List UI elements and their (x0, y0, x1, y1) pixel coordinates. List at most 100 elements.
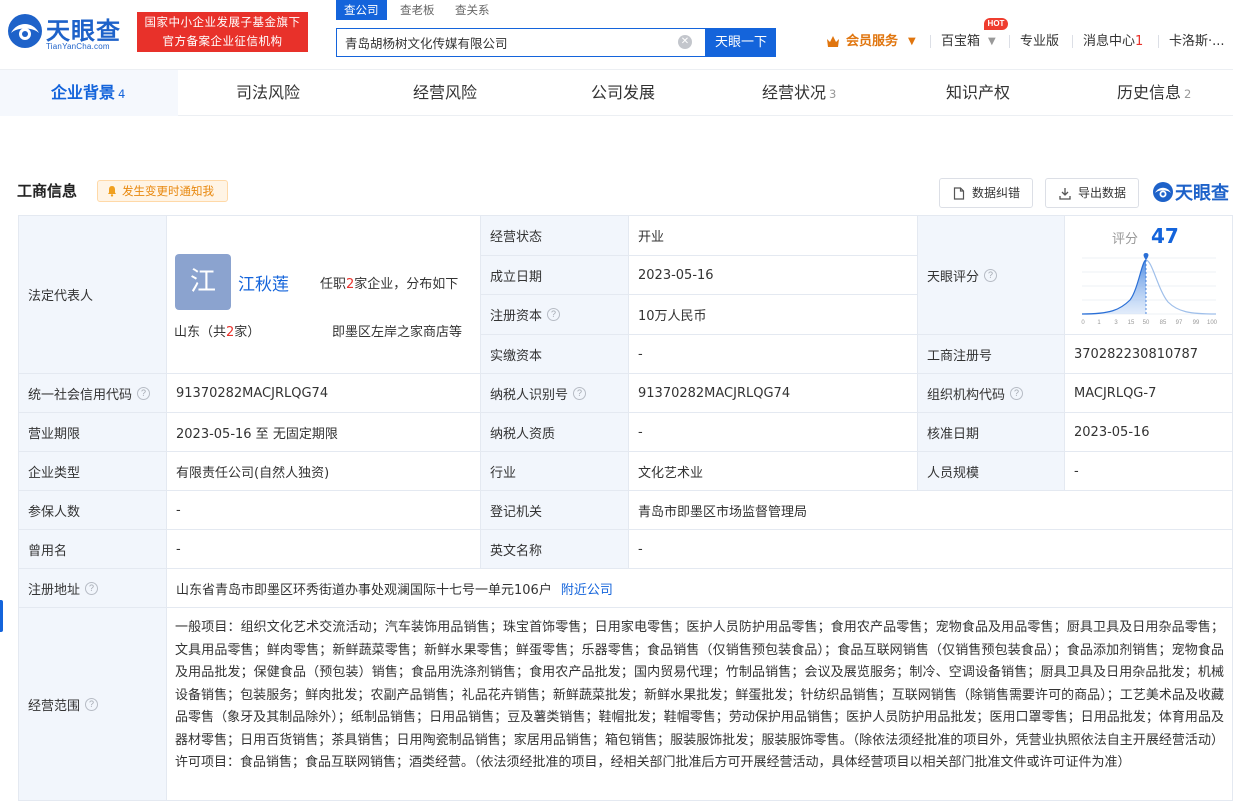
business-scope-value: 一般项目：组织文化艺术交流活动；汽车装饰用品销售；珠宝首饰零售；日用家电零售；医… (166, 607, 1233, 801)
paid-capital-label: 实缴资本 (480, 334, 629, 374)
clear-icon[interactable]: ✕ (678, 35, 692, 49)
eye-logo-icon (1153, 182, 1173, 202)
term-value: 2023-05-16 至 无固定期限 (166, 412, 481, 452)
toolbox-link[interactable]: 百宝箱 (941, 33, 980, 51)
category-tab-bar: 企业背景 4 司法风险 经营风险 公司发展 经营状况 3 知识产权 历史信息 2 (0, 70, 1233, 116)
legal-rep-region: 山东（共2家） (174, 325, 261, 340)
site-logo[interactable]: 天眼查 TianYanCha.com (6, 8, 134, 54)
help-icon[interactable]: ? (85, 581, 99, 595)
score-label: 评分 (1112, 232, 1139, 247)
change-notify-button[interactable]: 发生变更时通知我 (97, 180, 228, 202)
staff-size-value: - (1064, 451, 1233, 491)
paid-capital-value: - (628, 334, 918, 374)
score-axis-tick: 15 (1128, 320, 1135, 326)
tab-operating-status[interactable]: 经营状况 3 (762, 82, 836, 104)
nearby-companies-link[interactable]: 附近公司 (561, 579, 613, 598)
bell-icon (108, 186, 116, 197)
address-value: 山东省青岛市即墨区环秀街道办事处观澜国际十七号一单元106户 附近公司 (166, 568, 1233, 608)
help-icon[interactable]: ? (137, 386, 151, 400)
score-axis-tick: 97 (1176, 320, 1183, 326)
export-data-button[interactable]: 导出数据 (1045, 178, 1139, 208)
score-axis-tick: 85 (1160, 320, 1167, 326)
status-label: 经营状态 (480, 215, 629, 256)
tab-company-background[interactable]: 企业背景 4 (51, 82, 125, 104)
score-axis-tick: 50 (1143, 320, 1150, 326)
tianyan-score-label: 天眼评分? (917, 215, 1065, 335)
help-icon[interactable]: ? (573, 386, 587, 400)
term-label: 营业期限 (18, 412, 167, 452)
approve-date-label: 核准日期 (917, 412, 1065, 452)
address-label: 注册地址? (18, 568, 167, 608)
status-value: 开业 (628, 215, 918, 256)
nav-divider (1009, 35, 1010, 48)
toolbox-caret-icon[interactable]: ▼ (988, 33, 996, 51)
capital-label: 注册资本? (480, 294, 629, 335)
legal-rep-store[interactable]: 即墨区左岸之家商店等 (332, 321, 462, 340)
export-icon (1059, 188, 1071, 200)
industry-label: 行业 (480, 451, 629, 491)
regno-value: 370282230810787 (1064, 334, 1233, 374)
regno-label: 工商注册号 (917, 334, 1065, 374)
message-count: 1 (1135, 34, 1144, 49)
search-input[interactable] (337, 29, 677, 56)
tab-company-development[interactable]: 公司发展 (591, 82, 655, 104)
gov-badge: 国家中小企业发展子基金旗下 官方备案企业征信机构 (137, 12, 308, 52)
tab-operating-risk[interactable]: 经营风险 (413, 82, 477, 104)
insured-label: 参保人数 (18, 490, 167, 530)
pro-edition-link[interactable]: 专业版 (1020, 33, 1059, 51)
message-center-link[interactable]: 消息中心1 (1083, 33, 1143, 51)
score-axis-tick: 99 (1193, 320, 1200, 326)
vip-caret-icon[interactable]: ▼ (908, 33, 916, 51)
taxpayer-id-value: 91370282MACJRLQG74 (628, 373, 918, 413)
document-icon (953, 187, 965, 200)
legal-rep-positions[interactable]: 任职2家企业，分布如下 (320, 273, 458, 292)
legal-rep-name-link[interactable]: 江秋莲 (238, 270, 289, 295)
search-tab-relation[interactable]: 查关系 (455, 0, 490, 20)
brand-watermark: 天眼查 (1152, 180, 1233, 204)
logo-subtext: TianYanCha.com (46, 42, 110, 51)
english-name-value: - (628, 529, 1233, 569)
search-tab-boss[interactable]: 查老板 (400, 0, 435, 20)
score-axis-tick: 0 (1081, 320, 1085, 326)
user-menu[interactable]: 卡洛斯·... (1169, 33, 1225, 51)
hot-badge: HOT (984, 18, 1008, 30)
vip-service-link[interactable]: 会员服务 (846, 33, 898, 51)
capital-value: 10万人民币 (628, 294, 918, 335)
founded-value: 2023-05-16 (628, 255, 918, 295)
help-icon[interactable]: ? (984, 268, 998, 282)
credit-code-value: 91370282MACJRLQG74 (166, 373, 481, 413)
insured-value: - (166, 490, 481, 530)
tab-intellectual-property[interactable]: 知识产权 (946, 82, 1010, 104)
industry-value: 文化艺术业 (628, 451, 918, 491)
tab-judicial-risk[interactable]: 司法风险 (236, 82, 300, 104)
help-icon[interactable]: ? (547, 308, 561, 321)
approve-date-value: 2023-05-16 (1064, 412, 1233, 452)
authority-value: 青岛市即墨区市场监督管理局 (628, 490, 1233, 530)
logo-text: 天眼查 (46, 17, 121, 45)
authority-label: 登记机关 (480, 490, 629, 530)
org-code-value: MACJRLQG-7 (1064, 373, 1233, 413)
former-name-value: - (166, 529, 481, 569)
company-type-value: 有限责任公司(自然人独资) (166, 451, 481, 491)
score-value: 47 (1151, 224, 1179, 248)
avatar[interactable]: 江 (175, 254, 231, 310)
data-correction-button[interactable]: 数据纠错 (939, 178, 1033, 208)
score-axis-tick: 3 (1114, 320, 1118, 326)
tab-history[interactable]: 历史信息 2 (1117, 82, 1191, 104)
nav-divider (930, 35, 931, 48)
business-scope-label: 经营范围? (18, 607, 167, 801)
search-tab-company[interactable]: 查公司 (336, 0, 387, 20)
help-icon[interactable]: ? (85, 697, 99, 711)
eye-logo-icon (8, 14, 42, 48)
score-distribution-curve: 0 1 3 15 50 85 97 99 100 (1081, 253, 1218, 326)
crown-icon (827, 36, 839, 47)
search-button[interactable]: 天眼一下 (706, 28, 776, 57)
nav-divider (1158, 35, 1159, 48)
search-box: ✕ (336, 28, 706, 57)
score-axis-tick: 100 (1207, 320, 1218, 326)
taxpayer-qual-label: 纳税人资质 (480, 412, 629, 452)
staff-size-label: 人员规模 (917, 451, 1065, 491)
help-icon[interactable]: ? (1010, 386, 1024, 400)
score-axis-tick: 1 (1097, 320, 1101, 326)
side-float-indicator[interactable] (0, 600, 3, 632)
